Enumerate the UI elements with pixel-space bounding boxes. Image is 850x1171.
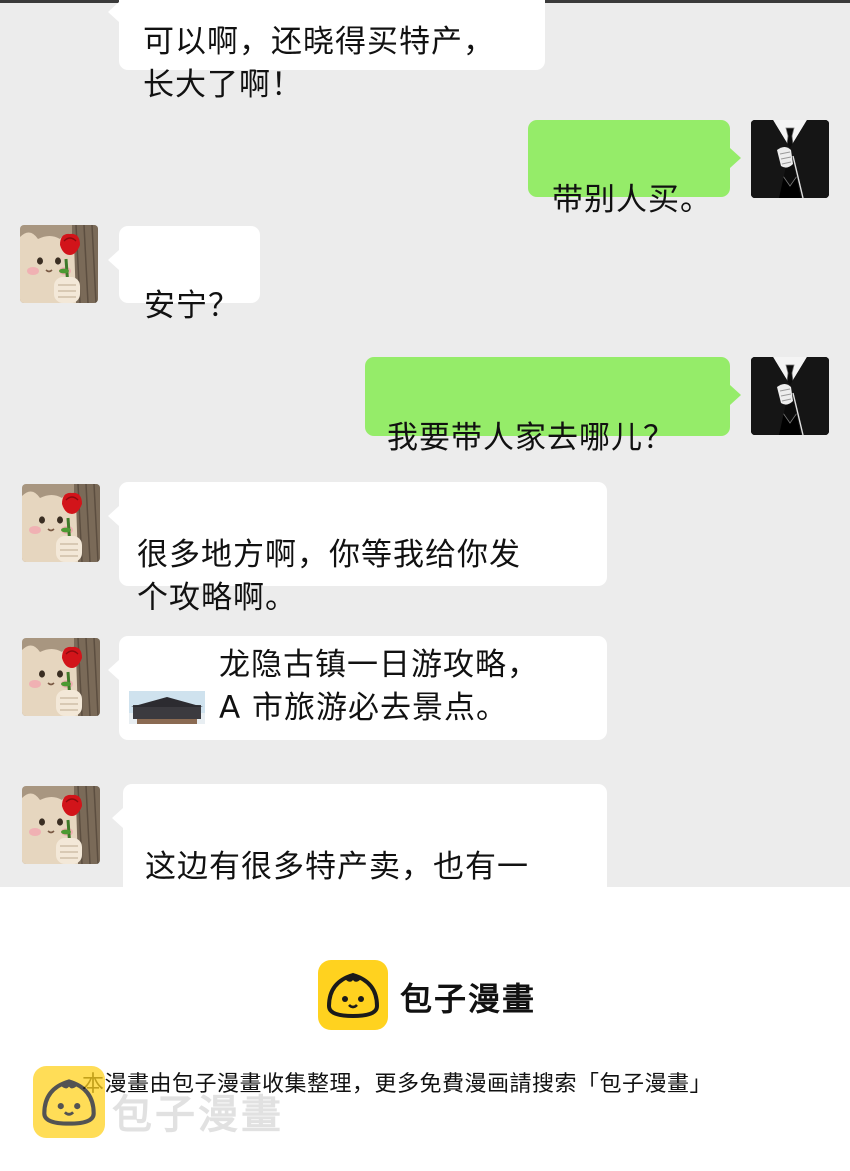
message-text: 很多地方啊，你等我给你发 个攻略啊。: [137, 537, 521, 616]
bun-watermark-icon: [33, 1066, 105, 1138]
brand-row: 包子漫畫: [318, 960, 558, 1030]
message-text: 可以啊，还晓得买特产， 长大了啊！: [143, 24, 495, 103]
watermark-text: 包子漫畫: [112, 1092, 284, 1138]
message-bubble-incoming[interactable]: 安宁？: [108, 226, 260, 324]
black-suit-avatar-icon[interactable]: [751, 357, 829, 435]
black-suit-avatar-icon[interactable]: [751, 120, 829, 198]
cat-holding-rose-avatar-icon[interactable]: [22, 786, 100, 864]
message-bubble-incoming[interactable]: 这边有很多特产卖，也有一 些特色小吃，你们可以顺便: [112, 784, 607, 887]
message-bubble-incoming[interactable]: 很多地方啊，你等我给你发 个攻略啊。: [108, 482, 607, 616]
link-card-title: 龙隐古镇一日游攻略， A 市旅游必去景点。: [219, 647, 539, 726]
cat-holding-rose-avatar-icon[interactable]: [22, 638, 100, 716]
bun-logo-icon: [318, 960, 388, 1030]
ancient-town-bridge-thumbnail-icon: [129, 648, 205, 724]
brand-name: 包子漫畫: [400, 980, 537, 1018]
message-text: 这边有很多特产卖，也有一 些特色小吃，你们可以顺便: [145, 849, 529, 885]
message-bubble-outgoing[interactable]: 我要带人家去哪儿？: [365, 357, 741, 456]
message-bubble-incoming[interactable]: 可以啊，还晓得买特产， 长大了啊！: [108, 0, 545, 103]
message-text: 安宁？: [144, 288, 240, 324]
message-text: 带别人买。: [552, 182, 712, 218]
message-bubble-outgoing[interactable]: 带别人买。: [528, 120, 741, 218]
cat-holding-rose-avatar-icon[interactable]: [20, 225, 98, 303]
message-text: 我要带人家去哪儿？: [387, 420, 675, 456]
chat-area: 可以啊，还晓得买特产， 长大了啊！ 带别人买。 安宁？ 我要带人家去哪儿？ 很多…: [0, 0, 850, 887]
cat-holding-rose-avatar-icon[interactable]: [22, 484, 100, 562]
link-card-bubble[interactable]: 龙隐古镇一日游攻略， A 市旅游必去景点。: [108, 636, 607, 740]
